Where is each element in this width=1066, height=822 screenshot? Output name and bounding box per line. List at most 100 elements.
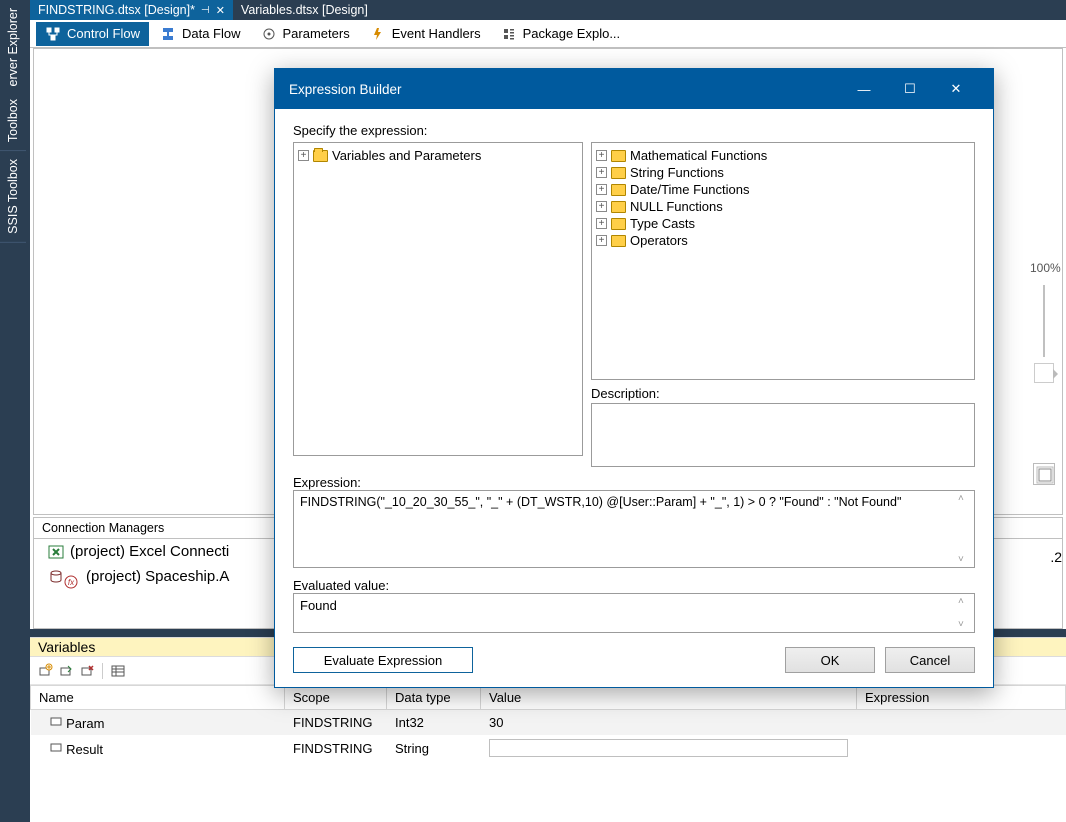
value-editor[interactable] bbox=[489, 739, 848, 757]
zoom-tools: 100% bbox=[1030, 261, 1058, 485]
move-variable-button[interactable] bbox=[57, 662, 75, 680]
close-button[interactable]: ✕ bbox=[933, 81, 979, 97]
rail-tab-toolbox[interactable]: Toolbox bbox=[0, 91, 26, 151]
expand-icon[interactable]: + bbox=[596, 218, 607, 229]
tree-label: Operators bbox=[630, 233, 688, 248]
col-scope[interactable]: Scope bbox=[285, 686, 387, 710]
connection-label: (project) Excel Connecti bbox=[70, 543, 229, 560]
add-variable-button[interactable] bbox=[36, 662, 54, 680]
col-name[interactable]: Name bbox=[31, 686, 285, 710]
nav-label: Control Flow bbox=[67, 26, 140, 41]
zoom-fit-button[interactable] bbox=[1033, 463, 1055, 485]
package-explorer-icon bbox=[501, 26, 517, 42]
expand-icon[interactable]: + bbox=[596, 184, 607, 195]
cell-value[interactable]: 30 bbox=[481, 710, 857, 736]
dialog-titlebar[interactable]: Expression Builder — ☐ ✕ bbox=[275, 69, 993, 109]
col-expression[interactable]: Expression bbox=[857, 686, 1066, 710]
pin-icon[interactable]: ⊣ bbox=[201, 5, 210, 16]
cell-value[interactable] bbox=[481, 735, 857, 761]
expand-icon[interactable]: + bbox=[596, 167, 607, 178]
description-box bbox=[591, 403, 975, 467]
document-tabs: FINDSTRING.dtsx [Design]* ⊣ ✕ Variables.… bbox=[30, 0, 1066, 20]
dialog-buttons: Evaluate Expression OK Cancel bbox=[293, 647, 975, 673]
zoom-thumb[interactable] bbox=[1034, 363, 1054, 383]
grid-options-button[interactable] bbox=[109, 662, 127, 680]
minimize-button[interactable]: — bbox=[841, 82, 887, 97]
maximize-button[interactable]: ☐ bbox=[887, 81, 933, 97]
tree-node-operators[interactable]: + Operators bbox=[596, 232, 970, 249]
connection-label: (project) Spaceship.A bbox=[86, 568, 229, 585]
zoom-track[interactable] bbox=[1043, 285, 1045, 357]
tree-node-datetime[interactable]: + Date/Time Functions bbox=[596, 181, 970, 198]
evaluate-button[interactable]: Evaluate Expression bbox=[293, 647, 473, 673]
tree-label: Variables and Parameters bbox=[332, 148, 481, 163]
var-icon bbox=[39, 742, 63, 757]
tab-variables[interactable]: Variables.dtsx [Design] bbox=[233, 0, 376, 20]
nav-label: Package Explo... bbox=[523, 26, 621, 41]
scroll-indicator[interactable]: ˄˅ bbox=[958, 596, 972, 630]
dialog-body: Specify the expression: + Variables and … bbox=[275, 109, 993, 687]
tree-node-math[interactable]: + Mathematical Functions bbox=[596, 147, 970, 164]
folder-icon bbox=[611, 150, 626, 162]
col-value[interactable]: Value bbox=[481, 686, 857, 710]
folder-open-icon bbox=[313, 150, 328, 162]
tree-label: String Functions bbox=[630, 165, 724, 180]
evaluated-label: Evaluated value: bbox=[293, 578, 975, 593]
expand-icon[interactable]: + bbox=[596, 150, 607, 161]
cell-expression[interactable] bbox=[857, 735, 1066, 761]
ok-button[interactable]: OK bbox=[785, 647, 875, 673]
expand-icon[interactable]: + bbox=[298, 150, 309, 161]
folder-icon bbox=[611, 167, 626, 179]
cell-scope: FINDSTRING bbox=[285, 735, 387, 761]
nav-data-flow[interactable]: Data Flow bbox=[151, 22, 250, 46]
tree-label: NULL Functions bbox=[630, 199, 723, 214]
nav-package-explorer[interactable]: Package Explo... bbox=[492, 22, 630, 46]
cell-datatype: Int32 bbox=[387, 710, 481, 736]
oledb-icon bbox=[48, 569, 64, 585]
col-datatype[interactable]: Data type bbox=[387, 686, 481, 710]
functions-tree[interactable]: + Mathematical Functions + String Functi… bbox=[591, 142, 975, 380]
cell-name: Param bbox=[66, 716, 104, 731]
nav-event-handlers[interactable]: Event Handlers bbox=[361, 22, 490, 46]
variable-row[interactable]: Param FINDSTRING Int32 30 bbox=[31, 710, 1066, 736]
tab-findstring[interactable]: FINDSTRING.dtsx [Design]* ⊣ ✕ bbox=[30, 0, 233, 20]
separator bbox=[102, 663, 103, 679]
nav-parameters[interactable]: Parameters bbox=[252, 22, 359, 46]
tab-label: FINDSTRING.dtsx [Design]* bbox=[38, 3, 195, 17]
rail-tab-server-explorer[interactable]: erver Explorer bbox=[0, 0, 26, 91]
zoom-percent: 100% bbox=[1030, 261, 1058, 275]
fx-badge: fx bbox=[64, 575, 80, 591]
expression-textarea[interactable]: FINDSTRING("_10_20_30_55_", "_" + (DT_WS… bbox=[293, 490, 975, 568]
delete-variable-button[interactable] bbox=[78, 662, 96, 680]
tree-node-string[interactable]: + String Functions bbox=[596, 164, 970, 181]
expand-icon[interactable]: + bbox=[596, 201, 607, 212]
variables-tree[interactable]: + Variables and Parameters bbox=[293, 142, 583, 456]
cell-expression[interactable] bbox=[857, 710, 1066, 736]
dialog-title: Expression Builder bbox=[289, 82, 402, 97]
description-label: Description: bbox=[591, 386, 975, 401]
variable-row[interactable]: Result FINDSTRING String bbox=[31, 735, 1066, 761]
design-nav: Control Flow Data Flow Parameters Event … bbox=[30, 20, 1066, 48]
folder-icon bbox=[611, 184, 626, 196]
excel-icon bbox=[48, 544, 64, 560]
expression-label: Expression: bbox=[293, 475, 975, 490]
scroll-indicator[interactable]: ˄˅ bbox=[958, 493, 972, 565]
nav-control-flow[interactable]: Control Flow bbox=[36, 22, 149, 46]
tree-node-typecasts[interactable]: + Type Casts bbox=[596, 215, 970, 232]
cancel-button[interactable]: Cancel bbox=[885, 647, 975, 673]
cell-datatype: String bbox=[387, 735, 481, 761]
close-icon[interactable]: ✕ bbox=[216, 4, 225, 17]
cell-name: Result bbox=[66, 742, 103, 757]
tree-label: Type Casts bbox=[630, 216, 695, 231]
cell-scope: FINDSTRING bbox=[285, 710, 387, 736]
tree-panes: + Variables and Parameters + Mathematica… bbox=[293, 142, 975, 467]
tree-node-null[interactable]: + NULL Functions bbox=[596, 198, 970, 215]
left-rail: erver Explorer Toolbox SSIS Toolbox bbox=[0, 0, 30, 822]
tree-node-variables[interactable]: + Variables and Parameters bbox=[298, 147, 578, 164]
tab-label: Variables.dtsx [Design] bbox=[241, 3, 368, 17]
truncated-text: .2 bbox=[1050, 549, 1062, 565]
rail-tab-ssis-toolbox[interactable]: SSIS Toolbox bbox=[0, 151, 26, 243]
evaluated-box: Found ˄˅ bbox=[293, 593, 975, 633]
expand-icon[interactable]: + bbox=[596, 235, 607, 246]
tree-label: Date/Time Functions bbox=[630, 182, 749, 197]
